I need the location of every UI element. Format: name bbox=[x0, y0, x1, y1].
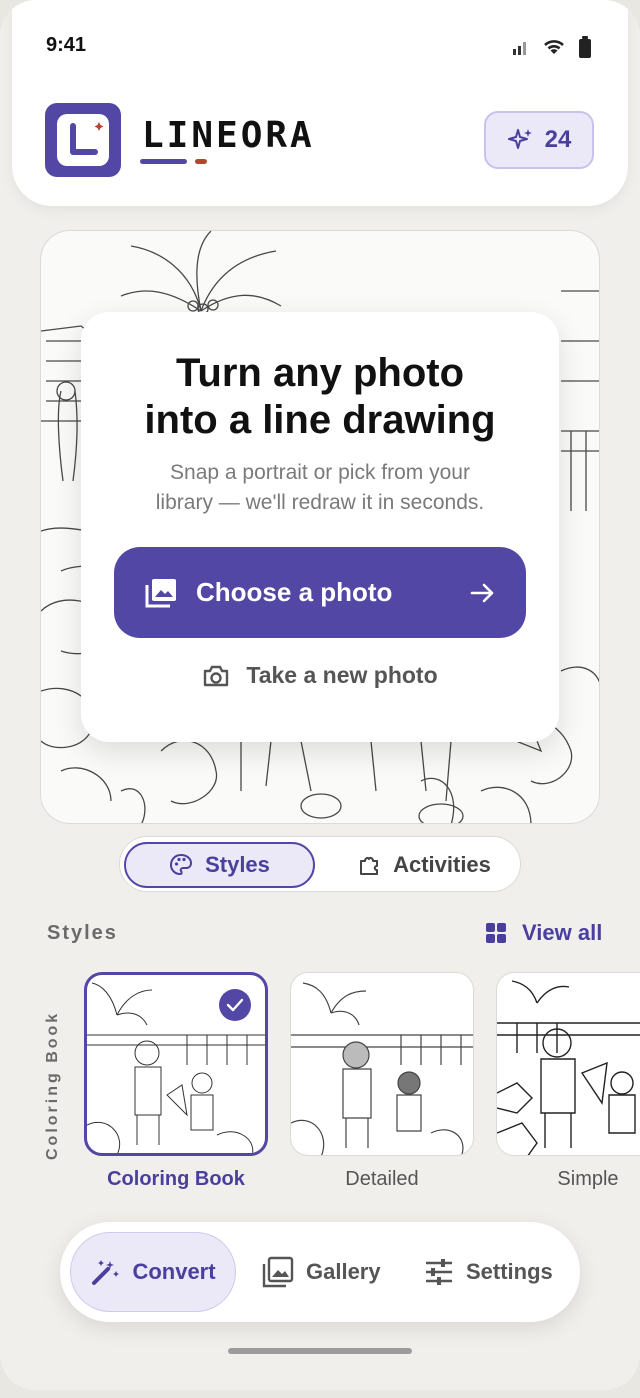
style-card-detailed[interactable] bbox=[290, 972, 474, 1156]
camera-icon bbox=[204, 665, 229, 686]
brand-underline bbox=[140, 159, 187, 164]
take-photo-button[interactable]: Take a new photo bbox=[81, 662, 559, 689]
style-card-coloring-book[interactable] bbox=[84, 972, 268, 1156]
sparkle-icon bbox=[507, 129, 532, 149]
app-logo bbox=[45, 103, 121, 177]
nav-convert[interactable]: Convert bbox=[70, 1232, 236, 1312]
style-label-coloring-book: Coloring Book bbox=[107, 1168, 245, 1190]
style-card-simple[interactable] bbox=[496, 972, 640, 1156]
style-preview-image bbox=[291, 982, 473, 1155]
wifi-icon bbox=[544, 40, 564, 54]
nav-gallery-label: Gallery bbox=[306, 1259, 381, 1284]
nav-convert-label: Convert bbox=[132, 1259, 216, 1284]
choose-photo-button[interactable]: Choose a photo bbox=[114, 547, 526, 638]
brand-underline-accent bbox=[195, 159, 207, 164]
view-all-link[interactable]: View all bbox=[484, 920, 602, 946]
hero-subtitle: Snap a portrait or pick from your librar… bbox=[155, 461, 485, 514]
battery-icon bbox=[579, 36, 591, 58]
style-label-detailed: Detailed bbox=[345, 1168, 419, 1190]
category-label: Coloring Book bbox=[44, 1010, 61, 1160]
palette-icon bbox=[170, 853, 193, 876]
nav-settings[interactable]: Settings bbox=[424, 1232, 553, 1312]
choose-photo-label: Choose a photo bbox=[196, 577, 393, 607]
grid-icon bbox=[486, 923, 506, 943]
credits-count: 24 bbox=[544, 126, 572, 153]
style-preview-image bbox=[497, 980, 640, 1155]
style-label-simple: Simple bbox=[557, 1168, 619, 1190]
arrow-right-icon bbox=[470, 583, 494, 602]
app-screen: 9:41 LINEORA 24 Turn any photo into a li… bbox=[0, 0, 640, 1390]
styles-heading: Styles bbox=[47, 922, 118, 944]
magic-wand-icon bbox=[92, 1260, 120, 1285]
tab-activities[interactable]: Activities bbox=[330, 842, 518, 888]
status-icons bbox=[512, 36, 592, 58]
view-all-label: View all bbox=[522, 920, 603, 945]
selected-check-icon bbox=[219, 989, 251, 1021]
tab-styles[interactable]: Styles bbox=[124, 842, 315, 888]
app-header: 9:41 LINEORA 24 bbox=[12, 0, 628, 206]
hero-title: Turn any photo into a line drawing bbox=[144, 351, 496, 442]
nav-settings-label: Settings bbox=[466, 1259, 553, 1284]
status-time: 9:41 bbox=[46, 34, 87, 56]
home-indicator bbox=[228, 1348, 412, 1354]
bottom-navigation: Convert Gallery Settings bbox=[60, 1222, 580, 1322]
take-photo-label: Take a new photo bbox=[246, 662, 438, 688]
puzzle-icon bbox=[360, 856, 379, 875]
tab-activities-label: Activities bbox=[393, 852, 491, 877]
upload-card: Turn any photo into a line drawing Snap … bbox=[81, 312, 559, 742]
nav-gallery[interactable]: Gallery bbox=[262, 1232, 381, 1312]
sliders-icon bbox=[426, 1259, 452, 1285]
signal-icon bbox=[513, 42, 526, 55]
logo-mark-icon bbox=[70, 122, 104, 155]
tab-styles-label: Styles bbox=[205, 852, 270, 877]
credits-button[interactable]: 24 bbox=[484, 111, 594, 169]
mode-tabs: Styles Activities bbox=[119, 836, 521, 892]
image-icon bbox=[145, 578, 176, 607]
image-icon bbox=[262, 1256, 294, 1288]
brand-name: LINEORA bbox=[142, 115, 315, 156]
